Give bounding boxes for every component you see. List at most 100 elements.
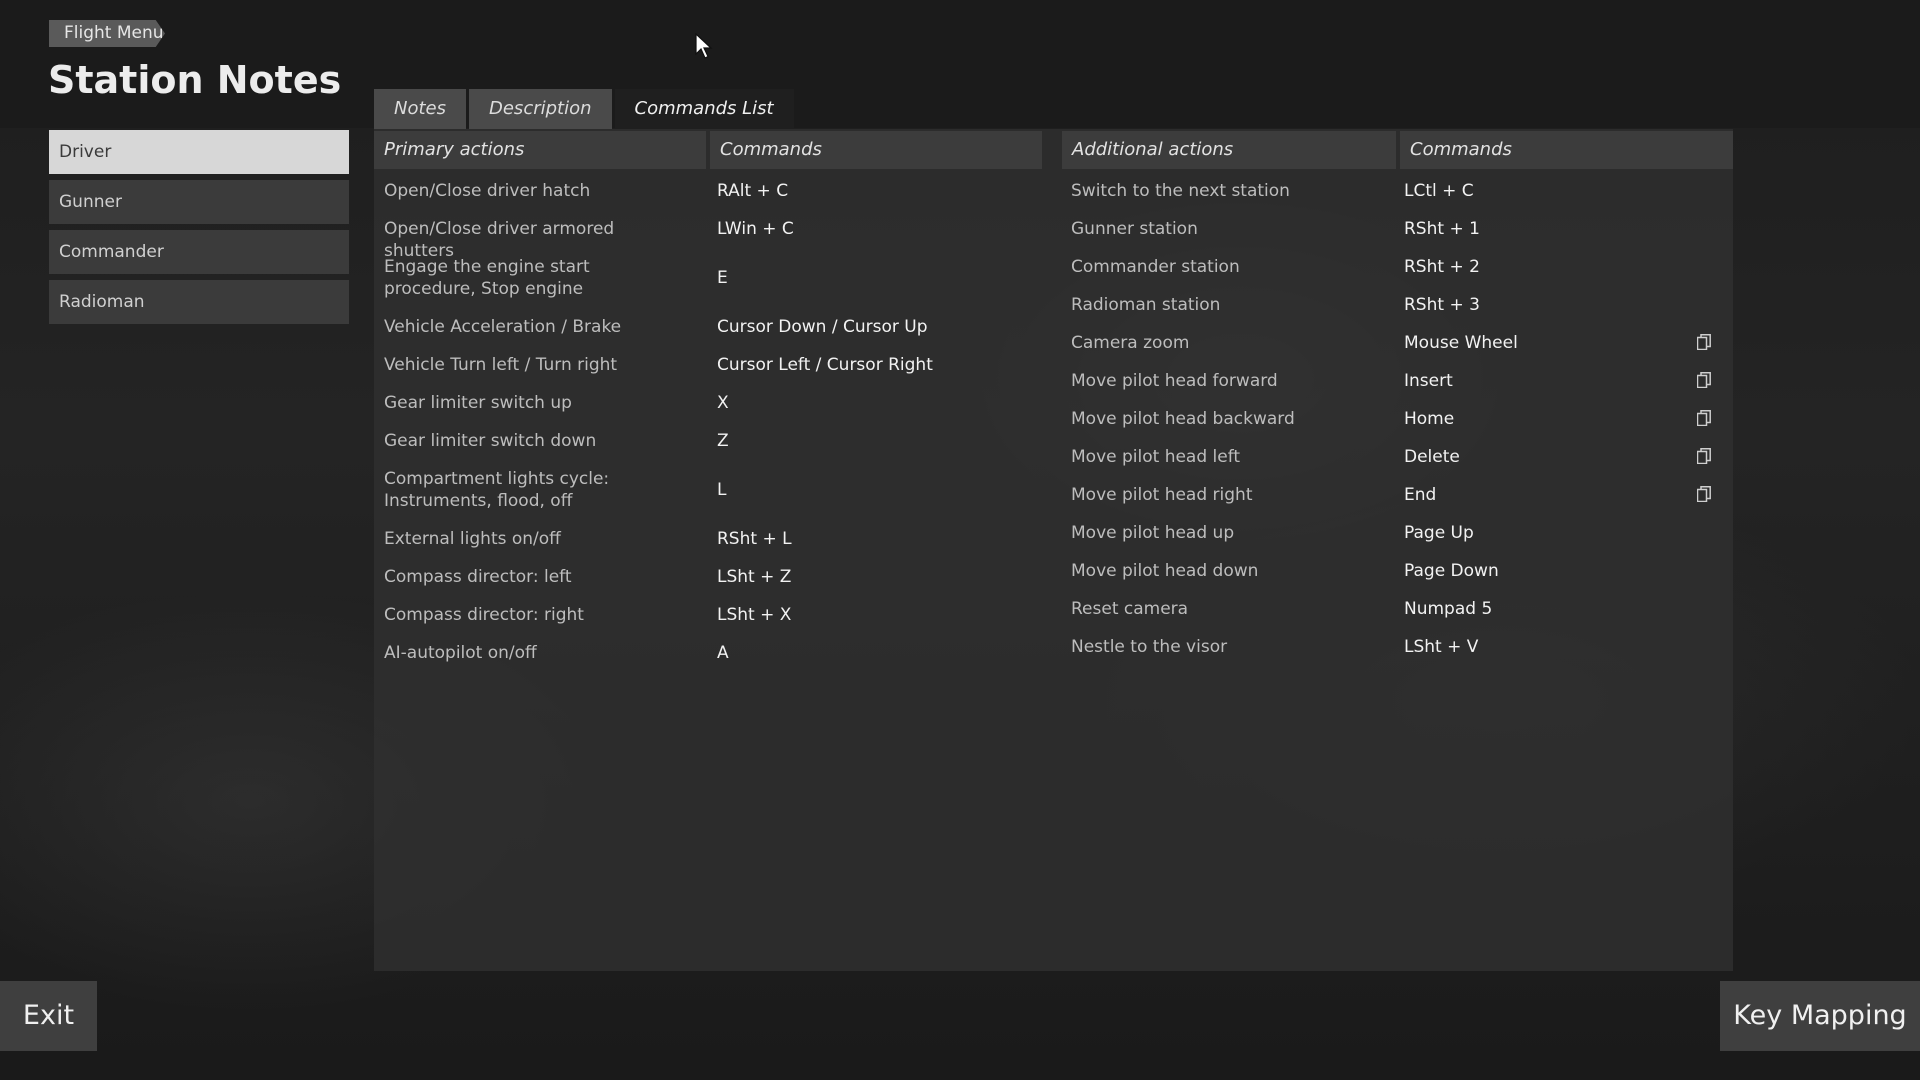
action-label: Radioman station — [1071, 295, 1221, 315]
command-value: Cursor Down / Cursor Up — [717, 317, 928, 337]
table-row: External lights on/off RSht + L — [384, 528, 1044, 566]
action-label: Commander station — [1071, 257, 1240, 277]
table-row: Reset camera Numpad 5 — [1071, 598, 1731, 636]
sidebar-item-radioman[interactable]: Radioman — [49, 280, 349, 324]
command-value: Page Down — [1404, 561, 1499, 581]
table-row: Move pilot head right End — [1071, 484, 1731, 522]
command-value: L — [717, 480, 727, 500]
action-label: Engage the engine start procedure, Stop … — [384, 257, 590, 299]
sidebar-item-driver[interactable]: Driver — [49, 130, 349, 174]
table-row: Open/Close driver hatch RAlt + C — [384, 180, 1044, 218]
command-value: RAlt + C — [717, 181, 789, 201]
command-value: LWin + C — [717, 219, 794, 239]
command-value: LSht + X — [717, 605, 792, 625]
action-label: Switch to the next station — [1071, 181, 1290, 201]
copy-icon[interactable] — [1697, 486, 1711, 502]
action-label: Move pilot head up — [1071, 523, 1235, 543]
flight-menu-breadcrumb[interactable]: Flight Menu — [49, 20, 165, 47]
table-row: Gear limiter switch down Z — [384, 430, 1044, 468]
additional-actions-header: Additional actions — [1062, 131, 1396, 169]
command-value: RSht + L — [717, 529, 792, 549]
table-row: Vehicle Acceleration / Brake Cursor Down… — [384, 316, 1044, 354]
command-value: A — [717, 643, 729, 663]
action-label: Move pilot head down — [1071, 561, 1259, 581]
sidebar-item-commander[interactable]: Commander — [49, 230, 349, 274]
command-value: X — [717, 393, 729, 413]
table-row: Gear limiter switch up X — [384, 392, 1044, 430]
table-row: Move pilot head down Page Down — [1071, 560, 1731, 598]
table-row: Move pilot head forward Insert — [1071, 370, 1731, 408]
command-value: Insert — [1404, 371, 1453, 391]
command-value: RSht + 3 — [1404, 295, 1480, 315]
command-value: Page Up — [1404, 523, 1474, 543]
table-row: Compartment lights cycle: Instruments, f… — [384, 468, 1044, 528]
copy-icon[interactable] — [1697, 334, 1711, 350]
primary-commands-header: Commands — [710, 131, 1042, 169]
action-label: Compass director: left — [384, 567, 572, 587]
action-label: Gear limiter switch down — [384, 431, 597, 451]
tab-notes[interactable]: Notes — [374, 89, 466, 129]
additional-commands-header: Commands — [1400, 131, 1733, 169]
key-mapping-button[interactable]: Key Mapping — [1720, 981, 1920, 1051]
exit-button[interactable]: Exit — [0, 981, 97, 1051]
command-value: Mouse Wheel — [1404, 333, 1518, 353]
action-label: Gunner station — [1071, 219, 1198, 239]
command-value: Z — [717, 431, 729, 451]
copy-icon[interactable] — [1697, 410, 1711, 426]
table-row: Compass director: left LSht + Z — [384, 566, 1044, 604]
command-value: Delete — [1404, 447, 1460, 467]
additional-actions-list: Switch to the next station LCtl + C Gunn… — [1071, 180, 1731, 674]
action-label: External lights on/off — [384, 529, 561, 549]
copy-icon[interactable] — [1697, 448, 1711, 464]
command-value: E — [717, 268, 728, 288]
page-title: Station Notes — [48, 58, 342, 102]
table-row: AI-autopilot on/off A — [384, 642, 1044, 680]
table-row: Commander station RSht + 2 — [1071, 256, 1731, 294]
action-label: Reset camera — [1071, 599, 1189, 619]
action-label: Nestle to the visor — [1071, 637, 1228, 657]
action-label: Gear limiter switch up — [384, 393, 572, 413]
command-value: RSht + 1 — [1404, 219, 1480, 239]
table-row: Radioman station RSht + 3 — [1071, 294, 1731, 332]
table-row: Camera zoom Mouse Wheel — [1071, 332, 1731, 370]
command-value: RSht + 2 — [1404, 257, 1480, 277]
primary-actions-list: Open/Close driver hatch RAlt + C Open/Cl… — [384, 180, 1044, 680]
copy-icon[interactable] — [1697, 372, 1711, 388]
mouse-cursor-icon — [695, 33, 713, 59]
command-value: Cursor Left / Cursor Right — [717, 355, 933, 375]
table-row: Gunner station RSht + 1 — [1071, 218, 1731, 256]
action-label: Move pilot head forward — [1071, 371, 1278, 391]
command-value: Home — [1404, 409, 1455, 429]
action-label: Move pilot head backward — [1071, 409, 1295, 429]
table-row: Vehicle Turn left / Turn right Cursor Le… — [384, 354, 1044, 392]
commands-panel: Primary actions Commands Additional acti… — [374, 129, 1733, 971]
action-label: Compass director: right — [384, 605, 584, 625]
tab-bar: Notes Description Commands List — [374, 89, 797, 129]
tab-description[interactable]: Description — [469, 89, 612, 129]
action-label: Open/Close driver hatch — [384, 181, 591, 201]
table-row: Move pilot head backward Home — [1071, 408, 1731, 446]
action-label: Compartment lights cycle: Instruments, f… — [384, 469, 610, 511]
tab-commands-list[interactable]: Commands List — [614, 89, 794, 129]
action-label: Vehicle Acceleration / Brake — [384, 317, 622, 337]
table-row: Open/Close driver armored shutters LWin … — [384, 218, 1044, 261]
command-value: LCtl + C — [1404, 181, 1474, 201]
action-label: AI-autopilot on/off — [384, 643, 537, 663]
action-label: Move pilot head left — [1071, 447, 1241, 467]
table-row: Compass director: right LSht + X — [384, 604, 1044, 642]
command-value: LSht + V — [1404, 637, 1479, 657]
station-sidebar: Driver Gunner Commander Radioman — [49, 130, 349, 330]
table-row: Nestle to the visor LSht + V — [1071, 636, 1731, 674]
table-row: Move pilot head up Page Up — [1071, 522, 1731, 560]
sidebar-item-gunner[interactable]: Gunner — [49, 180, 349, 224]
table-row: Move pilot head left Delete — [1071, 446, 1731, 484]
table-row: Switch to the next station LCtl + C — [1071, 180, 1731, 218]
command-value: LSht + Z — [717, 567, 792, 587]
command-value: Numpad 5 — [1404, 599, 1493, 619]
action-label: Camera zoom — [1071, 333, 1190, 353]
command-value: End — [1404, 485, 1437, 505]
table-row: Engage the engine start procedure, Stop … — [384, 256, 1044, 316]
action-label: Vehicle Turn left / Turn right — [384, 355, 618, 375]
action-label: Move pilot head right — [1071, 485, 1253, 505]
primary-actions-header: Primary actions — [374, 131, 706, 169]
